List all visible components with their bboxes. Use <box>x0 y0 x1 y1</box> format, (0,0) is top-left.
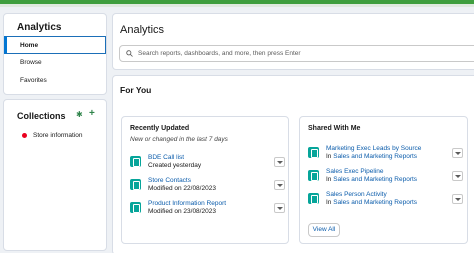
list-item: BDE Call list Created yesterday <box>130 154 280 172</box>
folder-link[interactable]: Sales and Marketing Reports <box>333 199 417 206</box>
recently-updated-card: Recently Updated New or changed in the l… <box>121 116 289 244</box>
row-actions-chevron-down-icon[interactable] <box>274 180 285 190</box>
folder-prefix: In <box>326 176 332 183</box>
report-icon <box>130 156 141 167</box>
folder-link[interactable]: Sales and Marketing Reports <box>333 176 417 183</box>
shared-with-me-card: Shared With Me Marketing Exec Leads by S… <box>299 116 468 244</box>
list-item: Product Information Report Modified on 2… <box>130 200 280 218</box>
analytics-nav-panel: Analytics Home Browse Favorites <box>3 13 107 95</box>
list-item: Marketing Exec Leads by Source In Sales … <box>308 145 448 163</box>
list-item: Sales Exec Pipeline In Sales and Marketi… <box>308 168 448 186</box>
nav-title: Analytics <box>17 22 62 33</box>
report-link[interactable]: Marketing Exec Leads by Source <box>326 145 421 152</box>
nav-item-browse[interactable]: Browse <box>4 54 106 72</box>
nav-item-home[interactable]: Home <box>4 36 106 54</box>
report-link[interactable]: Sales Exec Pipeline <box>326 168 383 175</box>
view-all-button[interactable]: View All <box>308 223 340 237</box>
gear-icon[interactable]: ✱ <box>76 110 83 119</box>
report-folder: In Sales and Marketing Reports <box>326 153 417 160</box>
shared-with-me-title: Shared With Me <box>308 125 361 132</box>
report-link[interactable]: Product Information Report <box>148 200 226 207</box>
collection-color-dot <box>22 133 27 138</box>
report-detail: Modified on 22/08/2023 <box>148 185 216 192</box>
row-actions-chevron-down-icon[interactable] <box>452 194 463 204</box>
report-icon <box>308 170 319 181</box>
report-detail: Created yesterday <box>148 162 202 169</box>
report-link[interactable]: Store Contacts <box>148 177 191 184</box>
add-collection-icon[interactable]: + <box>89 108 95 119</box>
report-folder: In Sales and Marketing Reports <box>326 199 417 206</box>
search-placeholder: Search reports, dashboards, and more, th… <box>138 50 301 57</box>
report-icon <box>308 193 319 204</box>
nav-item-favorites[interactable]: Favorites <box>4 72 106 90</box>
report-icon <box>130 179 141 190</box>
for-you-title: For You <box>120 85 152 95</box>
search-icon <box>126 50 133 57</box>
folder-prefix: In <box>326 153 332 160</box>
report-detail: Modified on 23/08/2023 <box>148 208 216 215</box>
collection-label: Store information <box>33 132 83 139</box>
collections-title: Collections <box>17 111 66 121</box>
header-panel: Analytics Search reports, dashboards, an… <box>112 13 474 70</box>
report-link[interactable]: BDE Call list <box>148 154 184 161</box>
list-item: Store Contacts Modified on 22/08/2023 <box>130 177 280 195</box>
report-icon <box>308 147 319 158</box>
collections-panel: Collections ✱ + Store information <box>3 99 107 251</box>
for-you-panel: For You Recently Updated New or changed … <box>112 75 474 253</box>
page-title: Analytics <box>120 24 165 36</box>
list-item: Sales Person Activity In Sales and Marke… <box>308 191 448 209</box>
row-actions-chevron-down-icon[interactable] <box>274 157 285 167</box>
report-folder: In Sales and Marketing Reports <box>326 176 417 183</box>
top-accent-shadow <box>0 4 474 7</box>
row-actions-chevron-down-icon[interactable] <box>274 203 285 213</box>
recently-updated-subtitle: New or changed in the last 7 days <box>130 136 228 143</box>
row-actions-chevron-down-icon[interactable] <box>452 171 463 181</box>
folder-prefix: In <box>326 199 332 206</box>
folder-link[interactable]: Sales and Marketing Reports <box>333 153 417 160</box>
report-icon <box>130 202 141 213</box>
collection-item-store-information[interactable]: Store information <box>22 132 83 139</box>
report-link[interactable]: Sales Person Activity <box>326 191 387 198</box>
search-input[interactable]: Search reports, dashboards, and more, th… <box>119 45 474 62</box>
recently-updated-title: Recently Updated <box>130 125 190 132</box>
row-actions-chevron-down-icon[interactable] <box>452 148 463 158</box>
